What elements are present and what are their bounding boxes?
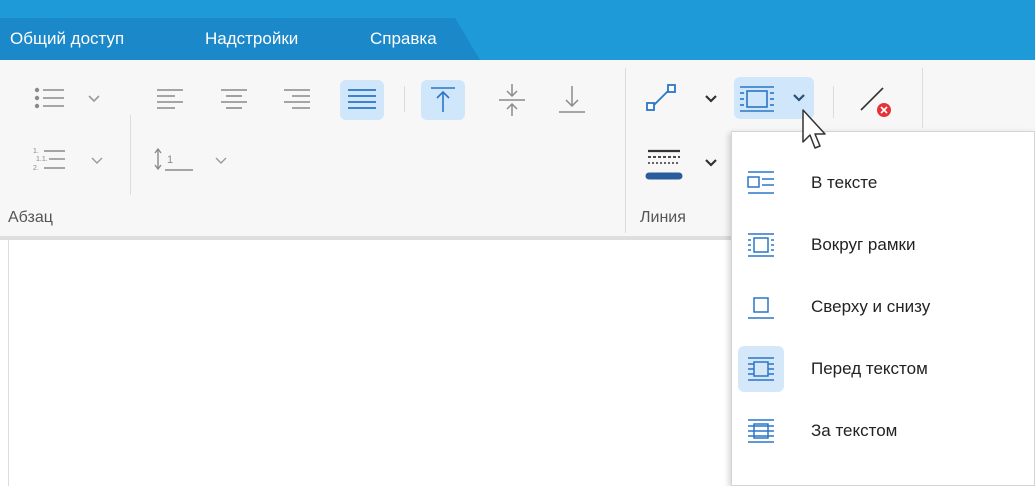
line-spacing-button[interactable]: 1 xyxy=(153,143,233,182)
align-left-button[interactable] xyxy=(155,84,185,119)
wrap-square-icon xyxy=(748,233,774,257)
menu-sharing[interactable]: Общий доступ xyxy=(10,18,124,60)
valign-middle-button[interactable] xyxy=(495,82,529,123)
svg-text:2.: 2. xyxy=(33,165,39,172)
wrap-top-bottom-icon xyxy=(748,297,774,319)
wrap-option-label: Вокруг рамки xyxy=(811,235,916,254)
wrap-behind-icon xyxy=(748,419,774,443)
separator xyxy=(833,86,834,118)
wrap-option-label: Перед текстом xyxy=(811,359,928,378)
svg-text:1.: 1. xyxy=(33,148,39,155)
delete-line-button[interactable] xyxy=(855,80,895,125)
menu-bar: Общий доступ Надстройки Справка xyxy=(0,18,1035,60)
valign-bottom-button[interactable] xyxy=(555,82,589,123)
text-wrap-menu: В тексте Вокруг рамки Сверху и снизу Пер… xyxy=(731,131,1035,486)
valign-top-icon xyxy=(431,87,455,112)
group-separator xyxy=(922,68,923,128)
separator xyxy=(130,115,131,195)
svg-text:1.1.: 1.1. xyxy=(36,156,48,163)
align-justify-icon xyxy=(348,89,376,109)
group-label-line: Линия xyxy=(640,209,686,226)
window-titlebar xyxy=(0,0,1035,18)
bullet-list-icon xyxy=(34,87,100,109)
valign-top-button[interactable] xyxy=(421,80,465,120)
valign-bottom-icon xyxy=(559,86,585,113)
valign-middle-icon xyxy=(499,84,525,116)
wrap-option-in-front[interactable]: Перед текстом xyxy=(732,338,1035,400)
wrap-option-label: Сверху и снизу xyxy=(811,297,931,316)
bullet-list-button[interactable] xyxy=(32,84,102,119)
align-right-icon xyxy=(284,89,310,109)
wrap-in-front-icon-box xyxy=(738,346,784,392)
align-right-button[interactable] xyxy=(282,84,312,119)
wrap-inline-icon-box xyxy=(738,160,784,206)
resize-arrow-icon xyxy=(646,84,717,111)
numbered-list-icon: 1. 1.1. 2. xyxy=(33,148,103,172)
menu-help[interactable]: Справка xyxy=(370,18,437,60)
wrap-behind-icon-box xyxy=(738,408,784,454)
menu-addons[interactable]: Надстройки xyxy=(205,18,298,60)
wrap-option-label: За текстом xyxy=(811,421,898,440)
wrap-square-icon-box xyxy=(738,222,784,268)
align-center-button[interactable] xyxy=(219,84,249,119)
separator xyxy=(404,86,405,112)
wrap-option-top-bottom[interactable]: Сверху и снизу xyxy=(732,276,1035,338)
wrap-inline-icon xyxy=(747,171,774,194)
align-center-icon xyxy=(221,89,247,109)
group-separator xyxy=(625,68,626,233)
wrap-option-behind[interactable]: За текстом xyxy=(732,400,1035,462)
wrap-option-inline[interactable]: В тексте xyxy=(732,152,1035,214)
align-justify-button[interactable] xyxy=(340,80,384,120)
align-left-icon xyxy=(157,89,183,109)
line-style-button[interactable] xyxy=(643,146,723,191)
numbered-list-button[interactable]: 1. 1.1. 2. xyxy=(32,143,108,182)
svg-text:1: 1 xyxy=(167,154,173,166)
mouse-cursor-icon xyxy=(800,108,830,163)
wrap-top-bottom-icon-box xyxy=(738,284,784,330)
wrap-in-front-icon xyxy=(748,357,774,381)
resize-shape-button[interactable] xyxy=(643,82,723,121)
line-style-icon xyxy=(645,149,717,180)
delete-line-icon xyxy=(860,87,891,117)
line-spacing-icon: 1 xyxy=(154,147,227,171)
wrap-option-square[interactable]: Вокруг рамки xyxy=(732,214,1035,276)
group-label-paragraph: Абзац xyxy=(8,209,53,226)
